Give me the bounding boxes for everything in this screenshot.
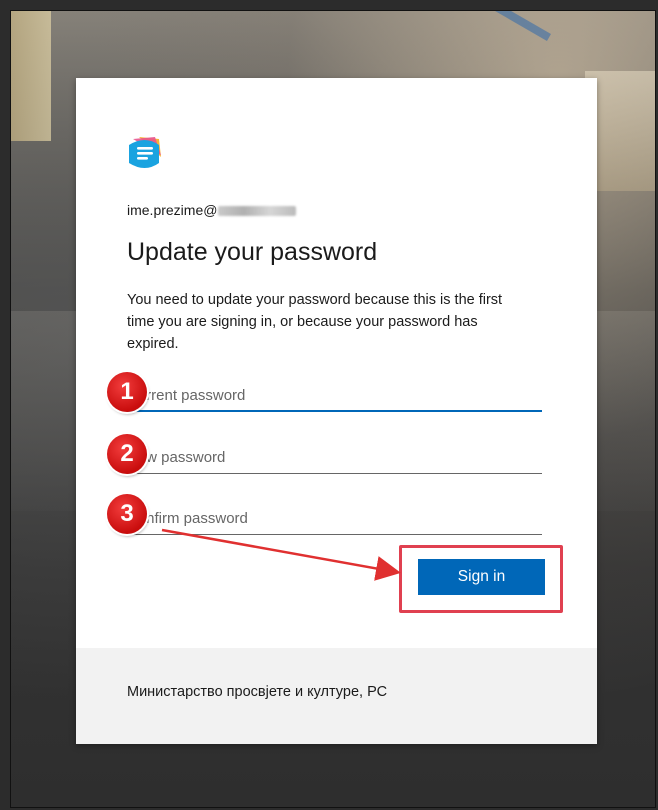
footer-text: Министарство просвјете и културе, РС: [127, 684, 388, 700]
current-password-field[interactable]: [127, 380, 542, 412]
page-title: Update your password: [127, 238, 378, 266]
background-book: [11, 11, 51, 141]
sign-in-button[interactable]: Sign in: [418, 559, 545, 595]
account-email: ime.prezime@: [127, 202, 297, 218]
description-text: You need to update your password because…: [127, 292, 503, 352]
step-marker-2: 2: [107, 434, 147, 474]
new-password-field[interactable]: [127, 442, 542, 474]
organization-logo-icon: [129, 137, 161, 168]
step-marker-1: 1: [107, 372, 147, 412]
step-marker-3: 3: [107, 494, 147, 534]
footer: Министарство просвјете и културе, РС: [76, 648, 597, 744]
signin-card: ime.prezime@ Update your password You ne…: [76, 78, 597, 744]
background-pencil: [469, 11, 551, 41]
email-text: ime.prezime@: [127, 202, 218, 218]
redacted-domain: [218, 206, 297, 217]
confirm-password-field[interactable]: [127, 503, 542, 535]
